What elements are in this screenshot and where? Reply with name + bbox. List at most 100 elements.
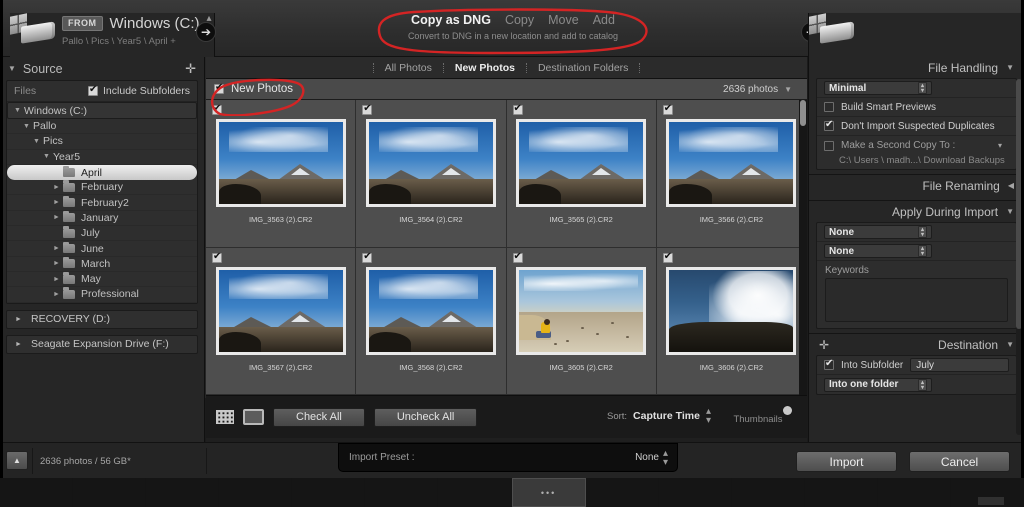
photo-include-checkbox[interactable] xyxy=(512,103,523,115)
chevron-down-icon[interactable]: ▼ xyxy=(14,107,24,114)
drive-item-recovery-d-[interactable]: ► RECOVERY (D:) xyxy=(6,309,198,329)
photo-cell[interactable]: IMG_3568 (2).CR2 xyxy=(356,247,507,395)
develop-settings-select[interactable]: None ▴ ▾ xyxy=(824,225,932,239)
folder-tree-item-windows-c-[interactable]: ▼ Windows (C:) xyxy=(7,102,197,119)
chevron-down-icon[interactable]: ▾ xyxy=(998,141,1002,150)
photo-include-checkbox[interactable] xyxy=(362,251,373,263)
import-mode-switcher[interactable]: Copy as DNG Copy Move Add Convert to DNG in… xyxy=(383,13,643,41)
photo-include-checkbox[interactable] xyxy=(662,251,673,263)
drive-item-seagate-expansion-drive-f-[interactable]: ► Seagate Expansion Drive (F:) xyxy=(6,334,198,354)
folder-tree-item-july[interactable]: July xyxy=(7,226,197,242)
build-previews-select[interactable]: Minimal ▴ ▾ xyxy=(824,81,932,95)
chevron-right-icon[interactable]: ► xyxy=(15,341,25,348)
photo-thumbnail[interactable] xyxy=(215,266,346,355)
build-smart-previews-row[interactable]: Build Smart Previews xyxy=(817,98,1016,117)
photo-include-checkbox[interactable] xyxy=(212,103,222,115)
stepper-icon[interactable]: ▴ ▾ xyxy=(918,226,927,238)
taskbar-segment[interactable] xyxy=(365,478,439,507)
import-preset-stepper-icon[interactable]: ▴ ▾ xyxy=(663,448,668,467)
taskbar-tray[interactable] xyxy=(978,497,1004,505)
photo-thumbnail[interactable] xyxy=(516,266,647,355)
import-preset-value-group[interactable]: None ▴ ▾ xyxy=(635,448,668,467)
folder-tree-item-pics[interactable]: ▼ Pics xyxy=(7,134,197,150)
include-subfolders-checkbox[interactable] xyxy=(88,84,99,96)
folder-tree-item-march[interactable]: ► March xyxy=(7,256,197,272)
chevron-right-icon[interactable]: ► xyxy=(15,316,25,323)
photo-thumbnail[interactable] xyxy=(666,266,797,355)
folder-tree-item-april[interactable]: April xyxy=(7,164,197,181)
photo-include-checkbox[interactable] xyxy=(662,103,673,115)
import-preset-bar[interactable]: Import Preset : None ▴ ▾ xyxy=(338,443,678,472)
chevron-right-icon[interactable]: ► xyxy=(53,291,63,298)
import-button[interactable]: Import xyxy=(796,451,897,472)
taskbar-segment[interactable] xyxy=(0,478,74,507)
sort-value[interactable]: Capture Time xyxy=(633,410,700,422)
taskbar-segment[interactable] xyxy=(292,478,366,507)
loupe-view-icon[interactable] xyxy=(243,409,264,425)
plus-icon[interactable]: ✛ xyxy=(819,338,829,352)
photo-include-checkbox[interactable] xyxy=(512,251,523,263)
plus-icon[interactable]: ✛ xyxy=(185,62,196,75)
chevron-right-icon[interactable]: ► xyxy=(53,276,63,283)
folder-tree-item-year5[interactable]: ▼ Year5 xyxy=(7,150,197,165)
photo-thumbnail[interactable] xyxy=(516,119,647,207)
build-smart-previews-checkbox[interactable] xyxy=(824,102,834,112)
grid-filter-tabs[interactable]: All Photos New Photos Destination Folders xyxy=(206,57,807,79)
taskbar-segment[interactable] xyxy=(146,478,220,507)
taskbar-segment[interactable] xyxy=(585,478,659,507)
folder-tree-item-pallo[interactable]: ▼ Pallo xyxy=(7,119,197,135)
keywords-input[interactable] xyxy=(825,278,1008,322)
photo-cell[interactable]: IMG_3606 (2).CR2 xyxy=(656,247,807,395)
stepper-icon[interactable]: ▴ ▾ xyxy=(918,378,927,391)
photo-thumbnail[interactable] xyxy=(666,119,797,207)
photo-include-checkbox[interactable] xyxy=(362,103,373,115)
select-all-new-photos-checkbox[interactable] xyxy=(214,82,224,94)
destination-header[interactable]: ✛ Destination ▼ xyxy=(809,334,1024,355)
file-handling-header[interactable]: File Handling ▼ xyxy=(809,57,1024,78)
photo-thumbnail[interactable] xyxy=(365,266,496,355)
chevron-right-icon[interactable]: ► xyxy=(53,199,63,206)
folder-tree-item-june[interactable]: ► June xyxy=(7,241,197,257)
taskbar-segment[interactable] xyxy=(804,478,878,507)
chevron-left-icon[interactable]: ◀ xyxy=(1008,181,1014,190)
photo-cell[interactable]: IMG_3564 (2).CR2 xyxy=(356,100,507,248)
into-subfolder-checkbox[interactable] xyxy=(824,358,834,370)
import-mode-copy[interactable]: Copy xyxy=(505,13,534,27)
chevron-right-icon[interactable]: ► xyxy=(53,245,63,252)
metadata-select[interactable]: None ▴ ▾ xyxy=(824,244,932,258)
chevron-right-icon[interactable]: ► xyxy=(53,184,63,191)
chevron-right-icon[interactable]: ► xyxy=(53,214,63,221)
stepper-icon[interactable]: ▴ ▾ xyxy=(918,82,927,94)
dont-import-duplicates-row[interactable]: Don't Import Suspected Duplicates xyxy=(817,117,1016,136)
chevron-down-icon[interactable]: ▼ xyxy=(1006,207,1014,216)
chevron-right-icon[interactable]: ► xyxy=(53,260,63,267)
taskbar-overflow-button[interactable]: ••• xyxy=(511,478,586,507)
taskbar-segment[interactable] xyxy=(731,478,805,507)
import-mode-add[interactable]: Add xyxy=(593,13,615,27)
sort-stepper-icon[interactable]: ▴ ▾ xyxy=(706,407,711,426)
source-panel-header[interactable]: ▼ Source ✛ xyxy=(0,57,204,80)
photo-cell[interactable]: IMG_3605 (2).CR2 xyxy=(506,247,657,395)
include-subfolders-toggle[interactable]: Include Subfolders xyxy=(88,84,190,97)
cancel-button[interactable]: Cancel xyxy=(909,451,1010,472)
second-copy-row[interactable]: Make a Second Copy To : ▾ xyxy=(817,136,1016,155)
taskbar-segment[interactable] xyxy=(438,478,512,507)
chevron-down-icon[interactable]: ▼ xyxy=(23,123,33,130)
chevron-down-icon[interactable]: ▼ xyxy=(1006,63,1014,72)
tab-all-photos[interactable]: All Photos xyxy=(374,62,443,74)
grid-scrollbar[interactable] xyxy=(799,100,807,395)
import-mode-move[interactable]: Move xyxy=(548,13,579,27)
into-subfolder-input[interactable]: July xyxy=(910,358,1009,372)
chevron-down-icon[interactable]: ▼ xyxy=(1006,340,1014,349)
tab-destination-folders[interactable]: Destination Folders xyxy=(527,62,639,74)
folder-tree-item-january[interactable]: ► January xyxy=(7,210,197,227)
source-summary[interactable]: FROM Windows (C:) ▴▾ Pallo \ Pics \ Year… xyxy=(62,13,212,47)
photo-cell[interactable]: IMG_3566 (2).CR2 xyxy=(656,100,807,248)
dont-import-duplicates-checkbox[interactable] xyxy=(824,119,834,131)
folder-tree-item-february2[interactable]: ► February2 xyxy=(7,195,197,211)
chevron-down-icon[interactable]: ▼ xyxy=(43,153,53,160)
tab-new-photos[interactable]: New Photos xyxy=(444,62,526,74)
folder-tree-item-may[interactable]: ► May xyxy=(7,272,197,288)
photo-thumbnail[interactable] xyxy=(365,119,496,207)
stepper-icon[interactable]: ▴ ▾ xyxy=(918,245,927,257)
